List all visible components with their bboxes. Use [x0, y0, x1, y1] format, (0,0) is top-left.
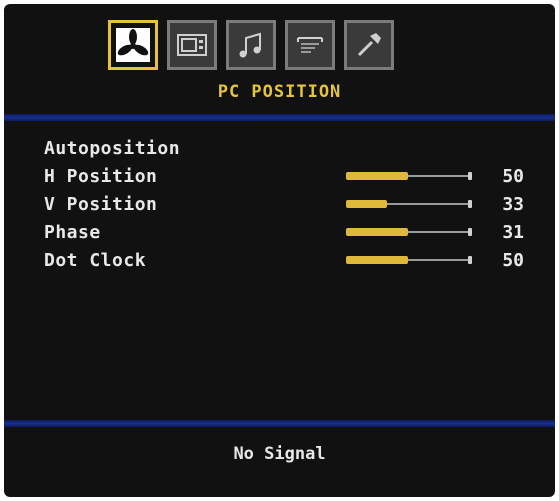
picture-icon: [177, 34, 207, 56]
v-position-slider-handle[interactable]: [468, 200, 472, 208]
v-position-slider-fill: [346, 200, 387, 208]
h-position-slider[interactable]: [346, 172, 472, 180]
phase-slider-fill: [346, 228, 408, 236]
v-position-label: V Position: [44, 193, 158, 215]
footer-divider: [4, 420, 555, 427]
dot-clock-slider-handle[interactable]: [468, 256, 472, 264]
tab-install[interactable]: [344, 20, 394, 70]
dot-clock-value: 50: [502, 249, 524, 271]
v-position-slider[interactable]: [346, 200, 472, 208]
phase-label: Phase: [44, 221, 101, 243]
v-position-value: 33: [502, 193, 524, 215]
phase-value: 31: [502, 221, 524, 243]
menu-tab-bar: [108, 20, 394, 70]
h-position-value: 50: [502, 165, 524, 187]
dot-clock-label: Dot Clock: [44, 249, 147, 271]
dot-clock-slider[interactable]: [346, 256, 472, 264]
feature-icon: [297, 37, 323, 53]
tab-feature[interactable]: [285, 20, 335, 70]
phase-item[interactable]: Phase 31: [44, 218, 525, 246]
header-divider: [4, 114, 555, 121]
tab-sound[interactable]: [226, 20, 276, 70]
dot-clock-slider-fill: [346, 256, 408, 264]
h-position-item[interactable]: H Position 50: [44, 162, 525, 190]
h-position-slider-fill: [346, 172, 408, 180]
status-message: No Signal: [233, 444, 326, 464]
autoposition-label: Autoposition: [44, 137, 181, 159]
phase-slider-handle[interactable]: [468, 228, 472, 236]
phase-slider[interactable]: [346, 228, 472, 236]
tab-picture[interactable]: [167, 20, 217, 70]
dot-clock-item[interactable]: Dot Clock 50: [44, 246, 525, 274]
h-position-slider-handle[interactable]: [468, 172, 472, 180]
autoposition-item[interactable]: Autoposition: [44, 134, 525, 162]
install-icon: [357, 33, 381, 57]
pc-setup-icon: [116, 28, 150, 62]
tab-pc-setup[interactable]: [108, 20, 158, 70]
v-position-item[interactable]: V Position 33: [44, 190, 525, 218]
osd-menu-panel: PC POSITION Autoposition H Position 50 V…: [4, 4, 555, 497]
settings-list: Autoposition H Position 50 V Position 33…: [44, 134, 525, 274]
h-position-label: H Position: [44, 165, 158, 187]
sound-icon: [239, 32, 261, 58]
menu-title: PC POSITION: [217, 82, 342, 102]
